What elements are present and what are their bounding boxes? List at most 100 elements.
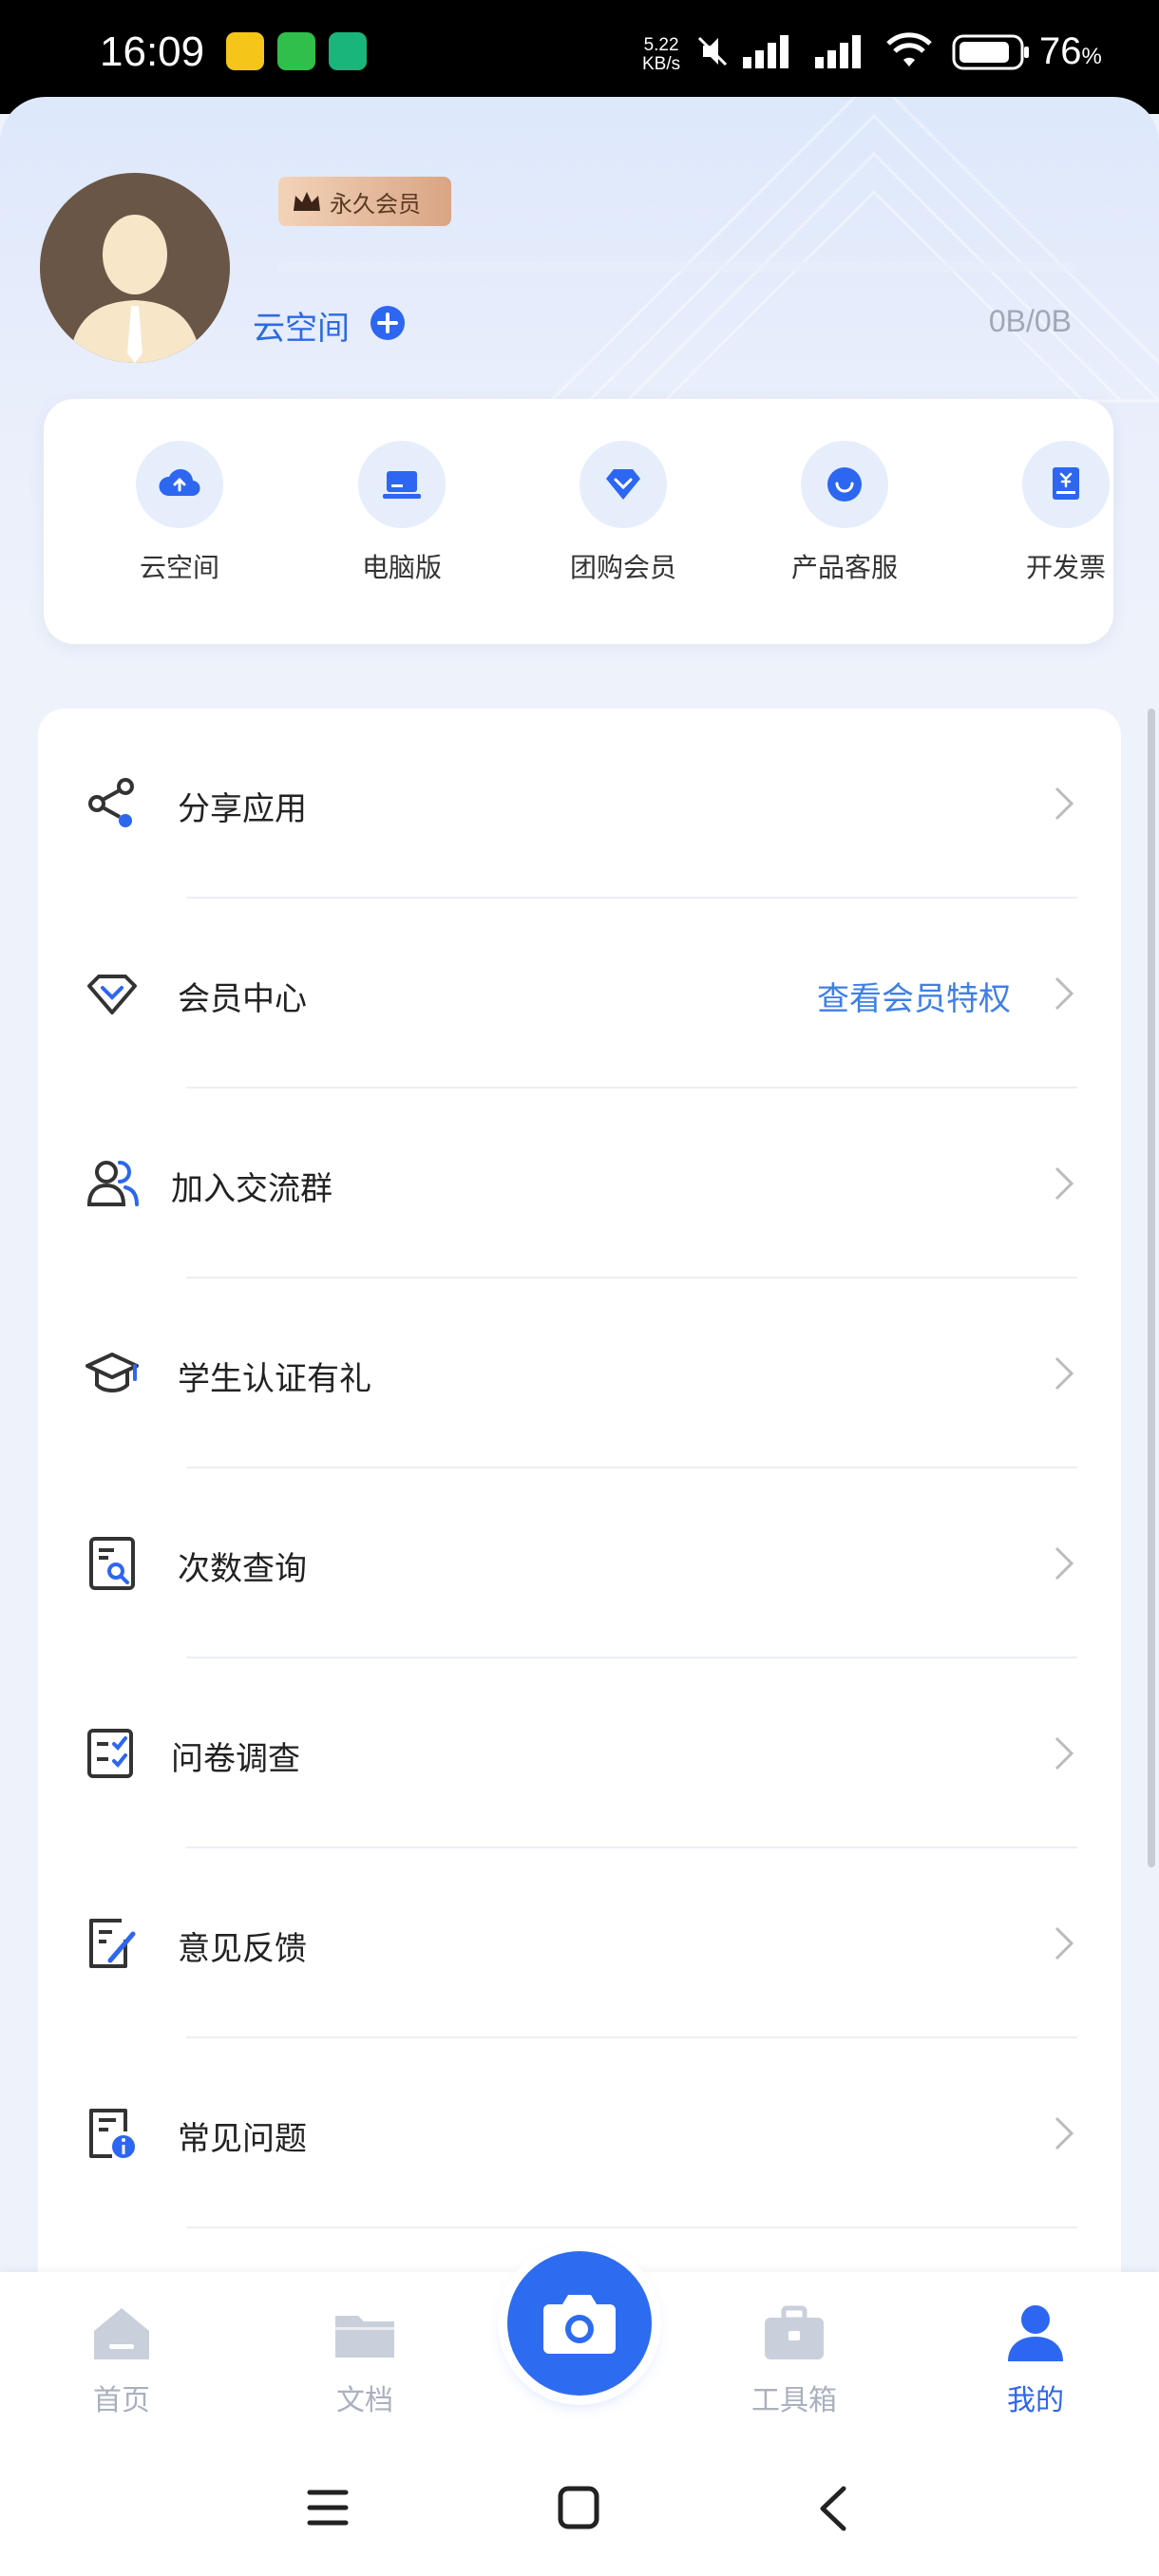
menu-item-label: 次数查询 bbox=[178, 1550, 307, 1588]
menu-item-label: 意见反馈 bbox=[178, 1930, 307, 1968]
share-icon bbox=[88, 778, 134, 827]
quick-action-label: 团购会员 bbox=[569, 552, 676, 583]
doc-search-icon bbox=[89, 1537, 135, 1590]
graduation-cap-icon bbox=[86, 1353, 139, 1392]
chevron-right-icon bbox=[1054, 1356, 1074, 1391]
menu-item-feedback[interactable]: 意见反馈 bbox=[38, 1848, 1121, 2038]
menu-item-student-verify[interactable]: 学生认证有礼 bbox=[38, 1279, 1121, 1468]
quick-action-desktop[interactable]: 电脑版 bbox=[326, 441, 478, 585]
wifi-icon bbox=[886, 32, 932, 66]
quick-action-invoice[interactable]: 开发票 bbox=[990, 441, 1142, 585]
tab-label: 首页 bbox=[93, 2384, 150, 2417]
tab-documents[interactable]: 文档 bbox=[298, 2302, 431, 2418]
quick-action-icon-bg bbox=[580, 441, 667, 528]
download-app-icon bbox=[277, 32, 315, 70]
sync-app-icon bbox=[329, 32, 367, 70]
chevron-right-icon bbox=[1054, 2116, 1074, 2150]
quick-action-icon-bg bbox=[1022, 441, 1110, 528]
quick-action-icon-bg bbox=[801, 441, 888, 528]
quick-action-cloud[interactable]: 云空间 bbox=[104, 441, 256, 585]
view-member-benefits-link[interactable]: 查看会员特权 bbox=[817, 973, 1011, 1019]
invoice-icon bbox=[1053, 467, 1079, 500]
menu-item-survey[interactable]: 问卷调查 bbox=[38, 1658, 1121, 1848]
chevron-right-icon bbox=[1054, 1546, 1074, 1581]
chevron-right-icon bbox=[1054, 1736, 1074, 1771]
default-avatar-icon bbox=[68, 215, 201, 363]
system-nav-bar bbox=[0, 2443, 1159, 2576]
cloud-upload-icon bbox=[159, 468, 200, 497]
menu-icon[interactable] bbox=[306, 2487, 350, 2529]
menu-item-label: 加入交流群 bbox=[171, 1170, 332, 1208]
tab-mine[interactable]: 我的 bbox=[969, 2302, 1102, 2418]
divider bbox=[186, 2226, 1077, 2228]
network-speed-value: 5.22 bbox=[643, 35, 679, 55]
quick-action-label: 电脑版 bbox=[361, 552, 442, 583]
feedback-edit-icon bbox=[89, 1919, 136, 1968]
back-icon[interactable] bbox=[815, 2485, 849, 2532]
home-button-icon[interactable] bbox=[557, 2485, 600, 2530]
menu-item-member-center[interactable]: 会员中心 查看会员特权 bbox=[38, 899, 1121, 1089]
storage-usage: 0B/0B bbox=[988, 304, 1072, 338]
quick-action-support[interactable]: 产品客服 bbox=[769, 441, 921, 585]
status-time: 16:09 bbox=[100, 28, 205, 75]
quick-action-label: 产品客服 bbox=[790, 552, 898, 583]
cloud-space-link[interactable]: 云空间 bbox=[253, 302, 350, 349]
menu-item-label: 分享应用 bbox=[178, 790, 307, 828]
group-icon bbox=[86, 1161, 139, 1206]
chevron-right-icon bbox=[1054, 976, 1074, 1011]
avatar[interactable] bbox=[40, 173, 230, 363]
diamond-outline-icon bbox=[87, 975, 137, 1014]
notification-app-icon bbox=[226, 32, 264, 70]
battery-unit: % bbox=[1081, 44, 1102, 69]
menu-item-faq[interactable]: 常见问题 bbox=[38, 2038, 1121, 2228]
scrollbar[interactable] bbox=[1148, 709, 1155, 1867]
quick-action-icon-bg bbox=[136, 441, 223, 528]
plus-icon bbox=[377, 313, 398, 333]
diamond-icon bbox=[606, 469, 640, 500]
signal-icon bbox=[743, 35, 788, 68]
network-speed: 5.22 KB/s bbox=[642, 36, 680, 74]
battery-icon bbox=[952, 34, 1029, 70]
person-icon bbox=[1008, 2305, 1063, 2361]
tab-home[interactable]: 首页 bbox=[55, 2302, 188, 2418]
quick-action-label: 云空间 bbox=[139, 552, 219, 583]
camera-icon bbox=[543, 2295, 616, 2354]
home-icon bbox=[94, 2308, 149, 2359]
menu-item-label: 会员中心 bbox=[178, 980, 307, 1018]
menu-item-label: 学生认证有礼 bbox=[178, 1360, 371, 1398]
battery-value: 76 bbox=[1039, 30, 1082, 72]
folder-icon bbox=[335, 2316, 394, 2358]
quick-action-group-buy[interactable]: 团购会员 bbox=[547, 441, 699, 585]
menu-item-label: 问卷调查 bbox=[171, 1740, 300, 1778]
laptop-icon bbox=[383, 471, 421, 499]
quick-action-label: 开发票 bbox=[1025, 552, 1106, 583]
add-storage-button[interactable] bbox=[370, 306, 405, 340]
checklist-icon bbox=[87, 1729, 133, 1778]
menu-item-label: 常见问题 bbox=[178, 2120, 307, 2158]
toolbox-icon bbox=[765, 2305, 824, 2359]
network-speed-unit: KB/s bbox=[642, 54, 681, 74]
chevron-right-icon bbox=[1054, 1166, 1074, 1201]
camera-scan-button[interactable] bbox=[507, 2251, 652, 2396]
quick-action-icon-bg bbox=[358, 441, 446, 528]
menu-item-share-app[interactable]: 分享应用 bbox=[38, 709, 1121, 899]
menu-item-usage-query[interactable]: 次数查询 bbox=[38, 1468, 1121, 1658]
menu-card: 分享应用 会员中心 查看会员特权 加入交流群 学生认证有礼 次数查询 问卷调查 bbox=[38, 709, 1121, 2323]
storage-progress-bar bbox=[278, 262, 1076, 272]
quick-actions-card: 云空间 电脑版 团购会员 产品客服 开发票 bbox=[44, 399, 1113, 644]
menu-item-join-group[interactable]: 加入交流群 bbox=[38, 1089, 1121, 1279]
member-badge-label: 永久会员 bbox=[330, 190, 421, 218]
faq-doc-icon bbox=[89, 2109, 135, 2158]
member-badge: 永久会员 bbox=[278, 177, 451, 226]
tab-label: 文档 bbox=[336, 2384, 393, 2417]
signal-icon-2 bbox=[815, 35, 861, 68]
chevron-right-icon bbox=[1054, 786, 1074, 821]
mute-icon bbox=[697, 36, 728, 66]
tab-toolbox[interactable]: 工具箱 bbox=[728, 2302, 861, 2418]
battery-percent: 76% bbox=[1039, 30, 1102, 73]
tab-label: 工具箱 bbox=[751, 2384, 837, 2417]
chat-smile-icon bbox=[827, 467, 862, 502]
crown-icon bbox=[294, 192, 320, 211]
tab-label: 我的 bbox=[1007, 2384, 1064, 2417]
chevron-right-icon bbox=[1054, 1926, 1074, 1960]
